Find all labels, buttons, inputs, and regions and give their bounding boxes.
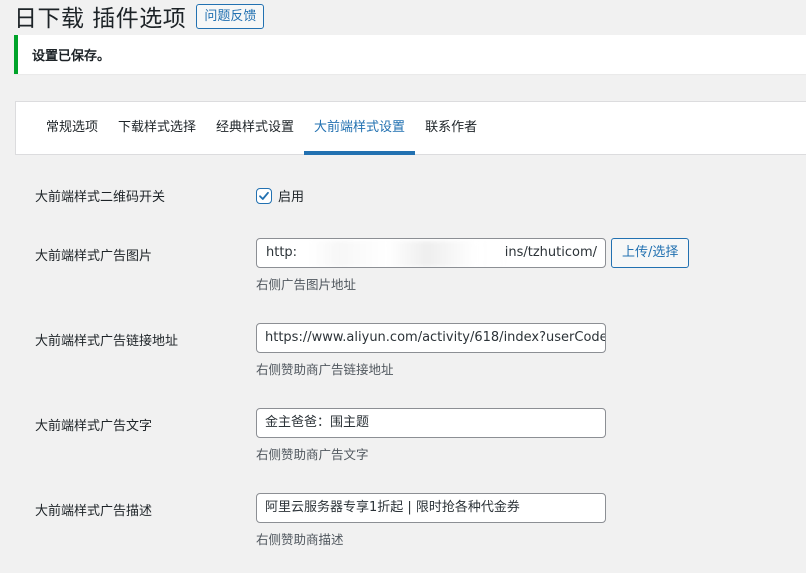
ad-link-label: 大前端样式广告链接地址: [35, 334, 179, 349]
tab-dqd-style[interactable]: 大前端样式设置: [304, 102, 416, 155]
qrcode-field: 启用: [256, 185, 304, 205]
ad-text-label: 大前端样式广告文字: [35, 419, 153, 434]
page-header: 日下载 插件选项 问题反馈: [14, 0, 265, 32]
tab-download-style[interactable]: 下载样式选择: [108, 102, 206, 154]
ad-link-description: 右侧赞助商广告链接地址: [256, 362, 394, 377]
ad-desc-field: 阿里云服务器专享1折起 | 限时抢各种代金券 右侧赞助商描述: [256, 493, 606, 548]
redaction-blur: [309, 241, 505, 267]
ad-image-value-prefix: http:: [266, 245, 298, 260]
ad-image-description: 右侧广告图片地址: [256, 277, 357, 292]
ad-image-input[interactable]: http: ins/tzhuticom/: [256, 238, 606, 268]
success-notice: 设置已保存。: [14, 35, 806, 74]
checkmark-icon: [259, 191, 269, 200]
ad-link-input[interactable]: https://www.aliyun.com/activity/618/inde…: [256, 323, 606, 353]
ad-image-label: 大前端样式广告图片: [35, 249, 153, 264]
notice-message: 设置已保存。: [32, 49, 111, 64]
qrcode-checkbox[interactable]: [256, 187, 272, 204]
page-title: 日下载 插件选项: [14, 6, 187, 32]
tab-general[interactable]: 常规选项: [36, 102, 108, 154]
ad-desc-input[interactable]: 阿里云服务器专享1折起 | 限时抢各种代金券: [256, 493, 606, 523]
tab-classic-style[interactable]: 经典样式设置: [206, 102, 304, 154]
ad-link-field: https://www.aliyun.com/activity/618/inde…: [256, 323, 606, 378]
qrcode-label: 大前端样式二维码开关: [35, 190, 166, 205]
ad-desc-label: 大前端样式广告描述: [35, 504, 153, 519]
settings-tabs: 常规选项 下载样式选择 经典样式设置 大前端样式设置 联系作者: [15, 101, 806, 155]
ad-text-field: 金主爸爸：围主题 右侧赞助商广告文字: [256, 408, 606, 463]
qrcode-checkbox-label[interactable]: 启用: [278, 190, 304, 205]
feedback-button[interactable]: 问题反馈: [196, 3, 265, 29]
ad-text-description: 右侧赞助商广告文字: [256, 447, 369, 462]
ad-image-field: http: ins/tzhuticom/ 上传/选择 右侧广告图片地址: [256, 238, 690, 293]
ad-image-value-suffix: ins/tzhuticom/: [504, 245, 597, 260]
ad-text-input[interactable]: 金主爸爸：围主题: [256, 408, 606, 438]
ad-desc-description: 右侧赞助商描述: [256, 532, 344, 547]
tab-contact-author[interactable]: 联系作者: [415, 102, 487, 154]
upload-select-button[interactable]: 上传/选择: [611, 238, 690, 268]
